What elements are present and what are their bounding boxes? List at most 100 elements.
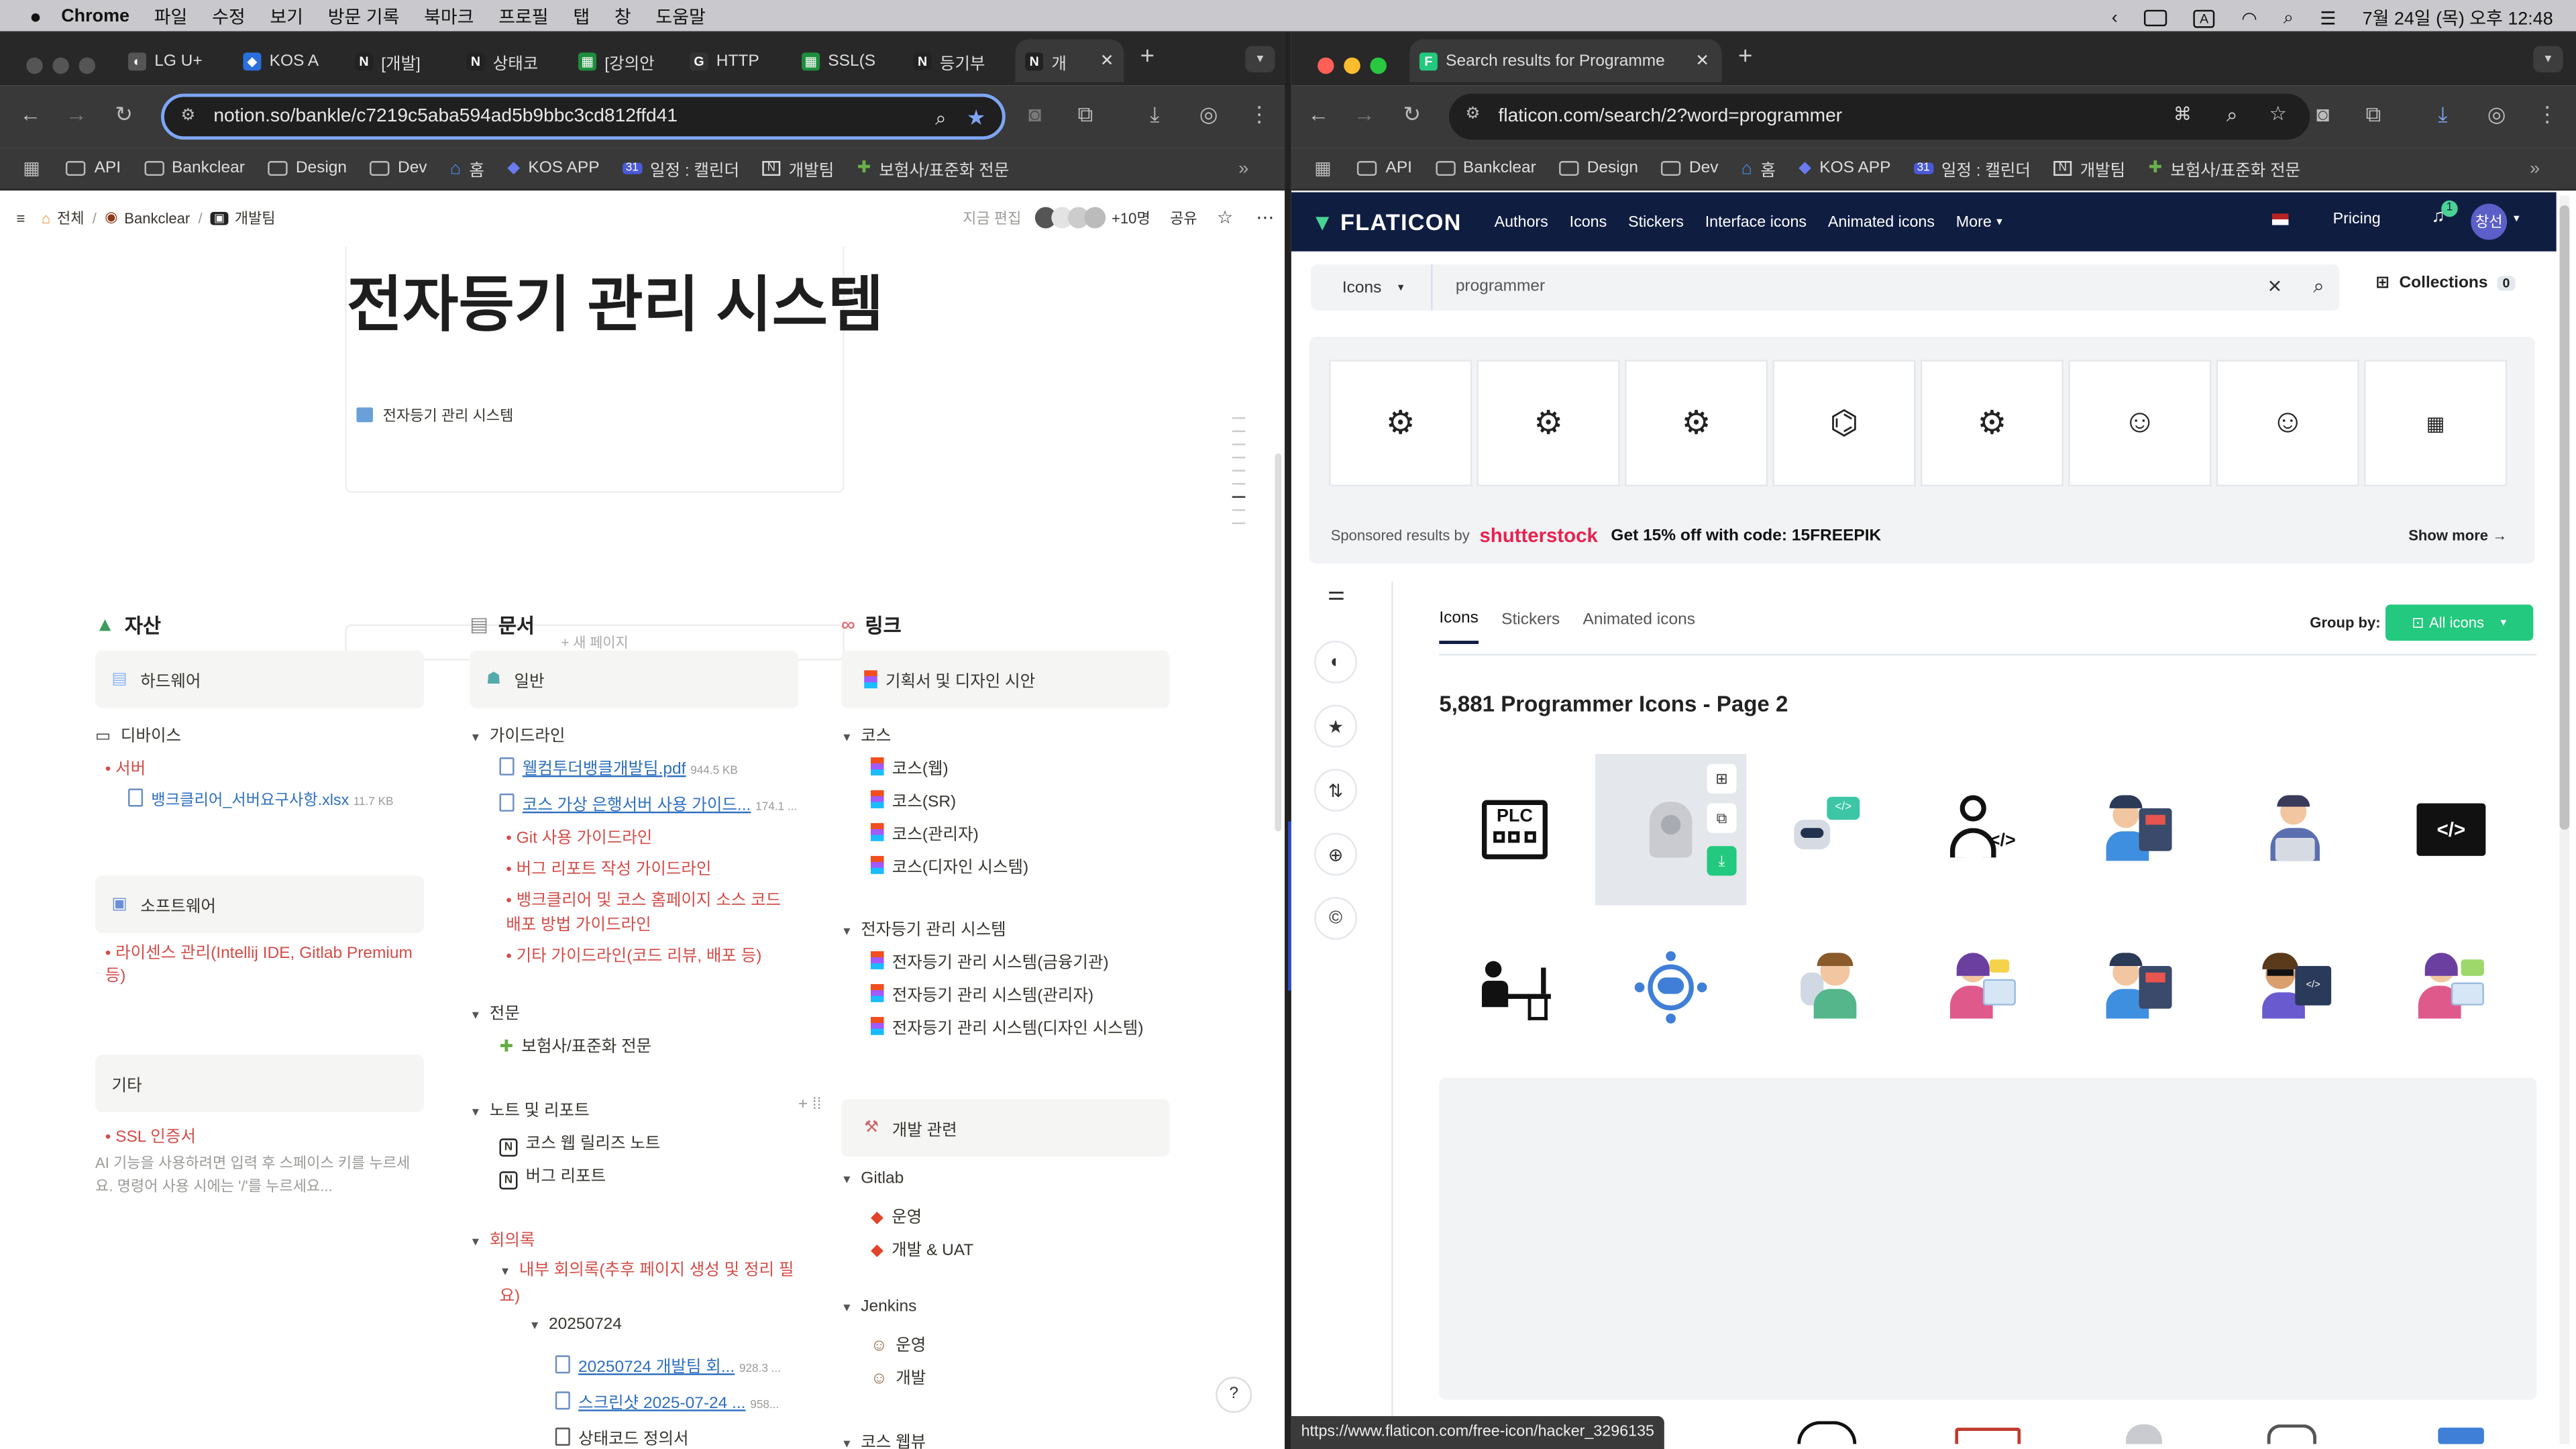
page-link[interactable]: ☺ 운영 xyxy=(841,1331,1170,1364)
filter-icon[interactable]: ⚌ xyxy=(1328,582,1345,604)
reload-icon[interactable]: ↻ xyxy=(1403,102,1421,128)
file-link[interactable]: 코스 가상 은행서버 사용 가이드... 174.1 ... xyxy=(470,790,798,826)
menu-item[interactable]: 창 xyxy=(614,3,631,29)
cloud-network-icon[interactable] xyxy=(1595,912,1746,1063)
software-card[interactable]: ▣ 소프트웨어 xyxy=(95,875,424,934)
close-button[interactable] xyxy=(1318,57,1334,74)
shutterstock-logo[interactable]: shutterstock xyxy=(1479,524,1597,547)
toggle[interactable]: ▼ Gitlab xyxy=(841,1170,1170,1203)
user-avatar[interactable]: 창선 xyxy=(2471,203,2508,240)
toggle[interactable]: ▼ Jenkins xyxy=(841,1298,1170,1331)
minimize-button[interactable] xyxy=(1344,57,1360,74)
similar-icon[interactable]: ⊞ xyxy=(1707,763,1737,794)
sort-icon[interactable]: ⇅ xyxy=(1314,769,1357,812)
bookmark-item[interactable]: ◆ KOS APP xyxy=(507,160,599,178)
browser-tab[interactable]: N 등기부 xyxy=(904,40,1012,83)
clear-icon[interactable]: ✕ xyxy=(2267,276,2283,297)
site-info-icon[interactable]: ⚙ xyxy=(180,107,195,125)
glasses-dev-icon[interactable] xyxy=(1752,912,1902,1063)
control-center-icon[interactable]: ☰ xyxy=(2320,7,2336,28)
show-more-link[interactable]: Show more → xyxy=(2408,527,2507,543)
breadcrumb-item[interactable]: 전체 xyxy=(57,207,85,229)
sidebar-toggle-icon[interactable]: ≡ xyxy=(16,209,25,225)
apps-grid-icon[interactable]: ▦ xyxy=(23,158,40,179)
help-button[interactable]: ? xyxy=(1216,1377,1252,1413)
download-icon[interactable]: ⤓ xyxy=(2438,102,2447,128)
extensions-icon[interactable]: ⧉ xyxy=(2366,102,2381,128)
figma-link[interactable]: 코스(웹) xyxy=(841,754,1170,787)
bookmark-item[interactable]: ✚ 보험사/표준화 전문 xyxy=(857,156,1010,181)
license-icon[interactable]: © xyxy=(1314,897,1357,940)
menu-item[interactable]: 파일 xyxy=(154,3,188,29)
tab-search-icon[interactable]: ▾ xyxy=(1245,46,1275,72)
type-select[interactable]: Icons ▾ xyxy=(1311,264,1433,311)
sponsored-thumbnail[interactable]: ⚙ xyxy=(1920,360,2063,486)
browser-tab[interactable]: ◆ KOS A xyxy=(233,40,342,83)
share-button[interactable]: 공유 xyxy=(1170,207,1197,229)
zoom-icon[interactable]: ⌕ xyxy=(2226,103,2237,128)
menu-item[interactable]: 수정 xyxy=(212,3,246,29)
developer-laptop-icon[interactable] xyxy=(2063,754,2214,905)
back-icon[interactable]: ← xyxy=(19,102,41,127)
tab-animated-icons[interactable]: Animated icons xyxy=(1583,611,1695,643)
menu-icon[interactable]: ⋮ xyxy=(2536,102,2558,128)
bookmark-item[interactable]: ◆ KOS APP xyxy=(1799,160,1890,178)
partial-icon[interactable] xyxy=(1955,1428,2021,1444)
page-link[interactable]: N 버그 리포트 xyxy=(470,1161,798,1194)
browser-tab[interactable]: ▦ [강의안 xyxy=(568,40,677,83)
bookmark-item[interactable]: 31 일정 : 캘린더 xyxy=(1913,156,2031,180)
avatar[interactable] xyxy=(1083,207,1106,229)
close-tab-icon[interactable]: ✕ xyxy=(1695,52,1709,70)
menu-item[interactable]: 탭 xyxy=(573,3,590,29)
input-source[interactable]: A xyxy=(2193,9,2216,28)
file-link[interactable]: 20250724 개발팀 회... 928.3 ... xyxy=(470,1352,798,1389)
menu-item[interactable]: 보기 xyxy=(270,3,303,29)
page-link[interactable]: ◆ 운영 xyxy=(841,1203,1170,1236)
general-card[interactable]: ☗ 일반 xyxy=(470,650,799,708)
nav-item[interactable]: More xyxy=(1956,213,1992,231)
bookmark-item[interactable]: ✚ 보험사/표준화 전문 xyxy=(2148,156,2300,181)
figma-link[interactable]: 전자등기 관리 시스템(금융기관) xyxy=(841,948,1170,981)
camera-icon[interactable]: ◙ xyxy=(1028,102,1041,127)
profile-icon[interactable]: ◎ xyxy=(2487,102,2506,128)
guide-item[interactable]: • 버그 리포트 작성 가이드라인 xyxy=(506,857,798,882)
toggle[interactable]: ▼ 노트 및 리포트 + ⁞⁞ xyxy=(470,1095,821,1128)
figma-link[interactable]: 전자등기 관리 시스템(디자인 시스템) xyxy=(841,1014,1170,1046)
bookmark-item[interactable]: N 개발팀 xyxy=(762,156,834,180)
menu-item[interactable]: 방문 기록 xyxy=(328,3,400,29)
scrollbar-thumb[interactable] xyxy=(2559,205,2570,830)
profile-icon[interactable]: ◎ xyxy=(1199,102,1218,128)
breadcrumb-item[interactable]: 개발팀 xyxy=(235,207,276,229)
new-tab-icon[interactable]: + xyxy=(1140,43,1155,71)
bookmark-star-icon[interactable]: ☆ xyxy=(2269,102,2287,125)
bookmark-item[interactable]: ⌂ 홈 xyxy=(1741,156,1776,180)
nav-item[interactable]: Stickers xyxy=(1628,213,1684,231)
apps-grid-icon[interactable]: ▦ xyxy=(1314,158,1331,179)
toggle[interactable]: ▼ 전문 xyxy=(470,999,798,1032)
toggle[interactable]: ▼ 코스 웹뷰 xyxy=(841,1428,1170,1449)
zoom-button[interactable] xyxy=(1370,57,1387,74)
more-options-icon[interactable]: ⋯ xyxy=(1256,207,1275,228)
tab-icons[interactable]: Icons xyxy=(1439,610,1479,645)
toc-indicator[interactable] xyxy=(1232,404,1248,535)
bookmark-item[interactable]: ⌂ 홈 xyxy=(450,156,484,180)
page-link[interactable]: ◆ 개발 & UAT xyxy=(841,1236,1170,1269)
browser-tab[interactable]: ◐ LG U+ xyxy=(118,40,227,83)
keyboard-icon[interactable] xyxy=(2143,9,2167,27)
active-tab[interactable]: N 개 ✕ xyxy=(1015,39,1124,83)
figma-link[interactable]: 코스(관리자) xyxy=(841,820,1170,853)
list-item[interactable]: ▭ 디바이스 xyxy=(95,721,424,754)
plan-card[interactable]: 기획서 및 디자인 시안 xyxy=(841,650,1170,708)
db-item[interactable]: 전자등기 관리 시스템 xyxy=(356,404,513,425)
style-icon[interactable]: ★ xyxy=(1314,704,1357,748)
bookmark-item[interactable]: Design xyxy=(1559,160,1638,177)
guide-item[interactable]: • Git 사용 가이드라인 xyxy=(506,826,798,851)
forward-icon[interactable]: → xyxy=(1354,102,1375,127)
zoom-button[interactable] xyxy=(78,57,96,74)
sponsored-thumbnail[interactable]: ⚙ xyxy=(1477,360,1620,486)
app-menu[interactable]: Chrome xyxy=(61,6,129,25)
flaticon-logo-icon[interactable]: ▼ xyxy=(1311,209,1334,235)
wifi-icon[interactable]: ◠ xyxy=(2241,7,2257,28)
toggle[interactable]: ▼ 전자등기 관리 시스템 xyxy=(841,915,1170,948)
file-link[interactable]: 스크린샷 2025-07-24 ... 958... xyxy=(470,1388,798,1424)
